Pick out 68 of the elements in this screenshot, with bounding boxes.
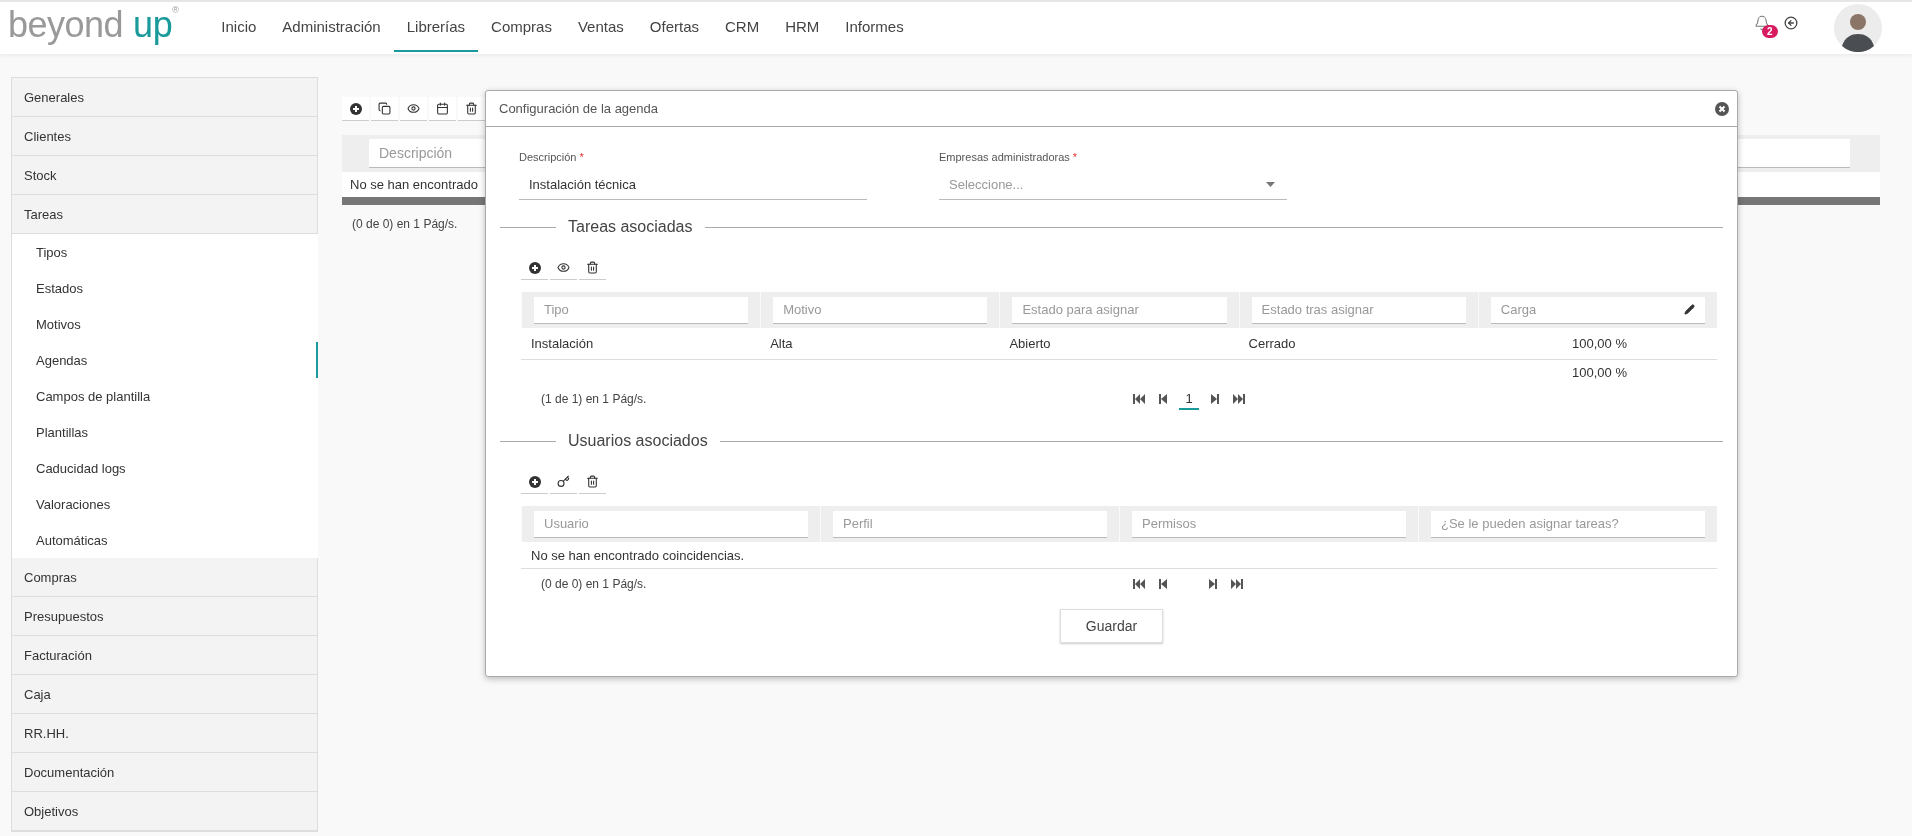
logout-icon[interactable] — [1784, 16, 1798, 30]
sidebar-item[interactable]: Objetivos — [12, 792, 317, 831]
calendar-button[interactable] — [429, 97, 456, 121]
close-icon — [1715, 101, 1729, 116]
nav-tab[interactable]: Informes — [832, 2, 917, 52]
add-button[interactable] — [342, 97, 369, 121]
last-page-button[interactable] — [1229, 578, 1245, 590]
section-title: Usuarios asociados — [568, 432, 708, 450]
nav-tab[interactable]: CRM — [712, 2, 773, 52]
eye-icon — [557, 261, 570, 274]
sidebar-item[interactable]: Presupuestos — [12, 597, 317, 636]
dialog-title: Configuración de la agenda — [499, 101, 658, 116]
sidebar-item[interactable]: Documentación — [12, 753, 317, 792]
sidebar-item[interactable]: Generales — [12, 78, 317, 117]
nav-tab[interactable]: Librerías — [393, 2, 479, 52]
field-label: Empresas administradoras * — [939, 151, 1078, 163]
copy-button[interactable] — [371, 97, 398, 121]
caret-icon — [1266, 182, 1275, 187]
prev-page-icon — [1157, 578, 1169, 590]
nav-tab[interactable]: Inicio — [208, 2, 270, 52]
last-page-icon — [1233, 393, 1245, 405]
prev-page-icon — [1157, 393, 1169, 405]
sidebar-item[interactable]: Compras — [12, 558, 317, 597]
nav-tab[interactable]: HRM — [772, 2, 833, 52]
total-value: 100,00 % — [1571, 363, 1628, 382]
save-button[interactable]: Guardar — [1060, 609, 1163, 643]
logo: beyond up® — [8, 3, 179, 47]
avatar[interactable] — [1834, 4, 1882, 52]
add-icon — [349, 102, 362, 115]
sidebar-item[interactable]: Stock — [12, 156, 317, 195]
close-button[interactable] — [1715, 101, 1729, 116]
nav-tab[interactable]: Administración — [269, 2, 394, 52]
first-page-button[interactable] — [1131, 393, 1147, 405]
notification-badge: 2 — [1762, 25, 1778, 38]
nav-tab[interactable]: Ofertas — [636, 2, 712, 52]
page-button[interactable]: 1 — [1179, 388, 1199, 410]
sidebar-item[interactable]: Facturación — [12, 636, 317, 675]
delete-button[interactable] — [458, 97, 485, 121]
next-page-icon — [1209, 393, 1221, 405]
trash-icon — [586, 475, 599, 488]
sidebar-item[interactable]: Clientes — [12, 117, 317, 156]
pager-info: (1 de 1) en 1 Pág/s. — [540, 392, 648, 406]
next-page-icon — [1207, 578, 1219, 590]
nav-tab[interactable]: Ventas — [564, 2, 637, 52]
trash-icon — [586, 261, 599, 274]
pager-info: (0 de 0) en 1 Pág/s. — [540, 577, 648, 591]
text-field[interactable]: Instalación técnica — [519, 170, 867, 200]
last-page-icon — [1231, 578, 1243, 590]
sidebar-item[interactable]: Caja — [12, 675, 317, 714]
add-icon — [528, 475, 541, 488]
first-page-icon — [1133, 393, 1145, 405]
empty-message: No se han encontrado coincidencias. — [521, 542, 1717, 569]
last-page-button[interactable] — [1231, 393, 1247, 405]
eye-icon — [407, 102, 420, 115]
add-icon — [528, 261, 541, 274]
nav-tab[interactable]: Compras — [478, 2, 565, 52]
key-icon — [557, 475, 570, 488]
pager-info: (0 de 0) en 1 Pág/s. — [352, 217, 458, 231]
trash-icon — [465, 102, 478, 115]
calendar-icon — [436, 102, 449, 115]
section-title: Tareas asociadas — [568, 218, 693, 236]
first-page-button[interactable] — [1131, 578, 1147, 590]
field-label: Descripción * — [519, 151, 584, 163]
first-page-icon — [1133, 578, 1145, 590]
sidebar-item[interactable]: Tareas — [12, 195, 317, 234]
view-button[interactable] — [400, 97, 427, 121]
copy-icon — [378, 102, 391, 115]
sidebar-item[interactable]: RR.HH. — [12, 714, 317, 753]
